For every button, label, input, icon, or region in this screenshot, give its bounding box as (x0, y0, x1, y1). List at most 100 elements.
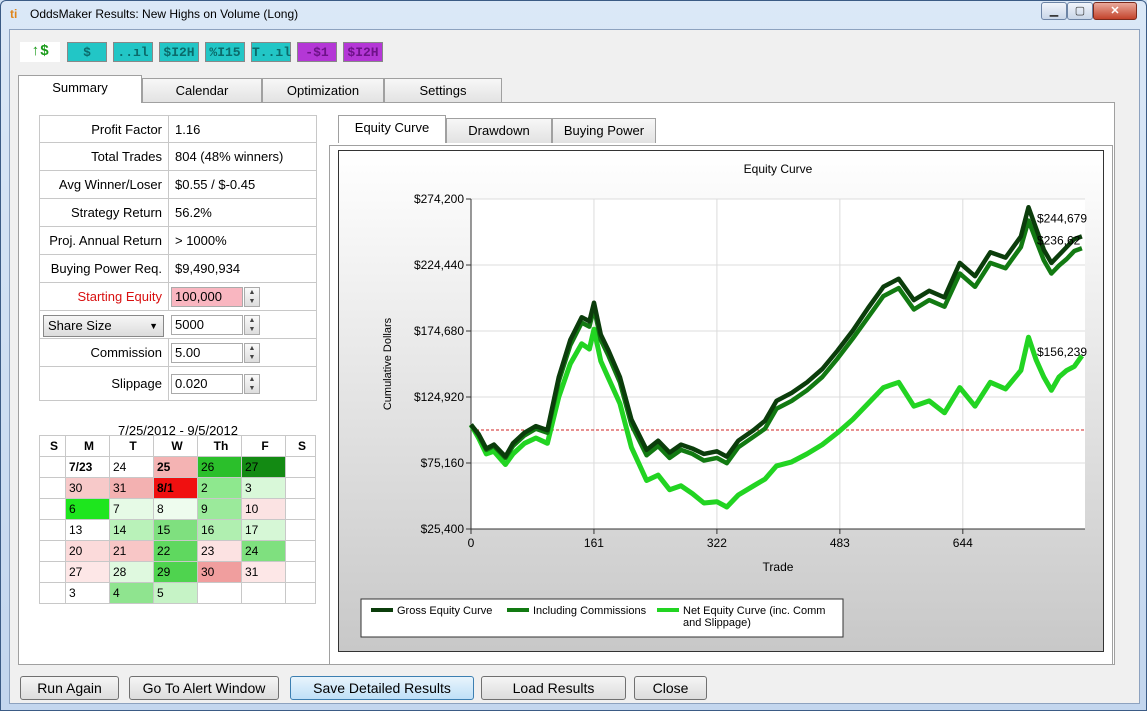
calendar-day[interactable]: 24 (109, 456, 154, 478)
x-tick-label: 644 (953, 536, 973, 550)
calendar-header: W (153, 435, 198, 457)
commission-spinner[interactable]: ▲ ▼ (244, 343, 260, 363)
calendar-day[interactable]: 23 (197, 540, 242, 562)
tab-equity-curve[interactable]: Equity Curve (338, 115, 446, 143)
calendar-empty-cell (39, 456, 66, 478)
calendar-day[interactable]: 7/23 (65, 456, 110, 478)
calendar-day[interactable]: 6 (65, 498, 110, 520)
calendar-day[interactable]: 13 (65, 519, 110, 541)
calendar-day[interactable]: 31 (109, 477, 154, 499)
calendar-day[interactable]: 28 (109, 561, 154, 583)
calendar-empty-cell (39, 498, 66, 520)
run-again-button[interactable]: Run Again (20, 676, 119, 700)
calendar-day[interactable]: 26 (197, 456, 242, 478)
load-results-button[interactable]: Load Results (481, 676, 626, 700)
calendar-day[interactable]: 8 (153, 498, 198, 520)
tab-drawdown[interactable]: Drawdown (446, 118, 552, 143)
close-button[interactable]: Close (634, 676, 707, 700)
tab-calendar[interactable]: Calendar (142, 78, 262, 103)
calendar-day[interactable]: 31 (241, 561, 286, 583)
calendar-day[interactable]: 8/1 (153, 477, 198, 499)
calendar-day[interactable]: 3 (65, 582, 110, 604)
toolbar-minus-dollar-icon[interactable]: -$1 (297, 42, 337, 62)
tab-buying-power[interactable]: Buying Power (552, 118, 656, 143)
calendar-empty-cell (39, 519, 66, 541)
toolbar-percent-15-icon[interactable]: %I15 (205, 42, 245, 62)
title-bar[interactable]: ti OddsMaker Results: New Highs on Volum… (1, 1, 1146, 27)
toolbar-volume-icon[interactable]: ..ıl (113, 42, 153, 62)
calendar-empty-cell (285, 540, 316, 562)
y-tick-label: $124,920 (414, 390, 464, 404)
stat-value: $0.55 / $-0.45 (175, 177, 256, 192)
toolbar-dollar-2h-purple-icon[interactable]: $I2H (343, 42, 383, 62)
chart-title: Equity Curve (744, 162, 813, 176)
calendar-day[interactable]: 25 (153, 456, 198, 478)
x-axis-label: Trade (763, 560, 794, 574)
calendar-day[interactable]: 27 (241, 456, 286, 478)
toolbar-dollar-icon[interactable]: $ (67, 42, 107, 62)
calendar-day[interactable]: 9 (197, 498, 242, 520)
toolbar-trades-icon[interactable]: T..ıl (251, 42, 291, 62)
calendar-empty-cell (39, 477, 66, 499)
slippage-row: Slippage 0.020 ▲ ▼ (39, 367, 317, 401)
starting-equity-input[interactable]: 100,000 (171, 287, 243, 307)
series-end-label: $156,239 (1037, 345, 1087, 359)
y-axis-label: Cumulative Dollars (382, 317, 394, 410)
tab-summary[interactable]: Summary (18, 75, 142, 103)
tab-optimization[interactable]: Optimization (262, 78, 384, 103)
save-detailed-results-button[interactable]: Save Detailed Results (290, 676, 474, 700)
calendar-day[interactable]: 3 (241, 477, 286, 499)
x-tick-label: 322 (707, 536, 727, 550)
window-title: OddsMaker Results: New Highs on Volume (… (30, 7, 299, 21)
calendar-day[interactable]: 30 (65, 477, 110, 499)
toolbar-dollar-2h-icon[interactable]: $I2H (159, 42, 199, 62)
calendar-day[interactable]: 16 (197, 519, 242, 541)
stat-row: Total Trades 804 (48% winners) (39, 143, 317, 171)
calendar-day[interactable]: 22 (153, 540, 198, 562)
slippage-spinner[interactable]: ▲ ▼ (244, 374, 260, 394)
stat-label: Proj. Annual Return (40, 227, 169, 254)
calendar-day[interactable]: 7 (109, 498, 154, 520)
calendar-day[interactable]: 5 (153, 582, 198, 604)
starting-equity-row: Starting Equity 100,000 ▲ ▼ (39, 283, 317, 311)
calendar-day[interactable]: 21 (109, 540, 154, 562)
go-to-alert-window-button[interactable]: Go To Alert Window (129, 676, 279, 700)
share-size-dropdown[interactable]: Share Size ▼ (43, 315, 164, 337)
stat-row: Profit Factor 1.16 (39, 115, 317, 143)
window-close-button[interactable]: ✕ (1093, 2, 1137, 20)
stat-value: $9,490,934 (175, 261, 241, 276)
calendar-day[interactable]: 27 (65, 561, 110, 583)
stat-label: Total Trades (40, 143, 169, 170)
x-tick-label: 161 (584, 536, 604, 550)
stat-label: Buying Power Req. (40, 255, 169, 282)
y-tick-label: $25,400 (421, 522, 465, 536)
share-size-input[interactable]: 5000 (171, 315, 243, 335)
calendar-day[interactable]: 17 (241, 519, 286, 541)
series-end-label: $244,679 (1037, 211, 1087, 225)
starting-equity-spinner[interactable]: ▲ ▼ (244, 287, 260, 307)
stat-value: 56.2% (175, 205, 212, 220)
calendar-day[interactable]: 30 (197, 561, 242, 583)
calendar-week: 7/23 24 25 26 27 (39, 456, 316, 478)
slippage-input[interactable]: 0.020 (171, 374, 243, 394)
toolbar-profit-icon[interactable]: ↑$ (20, 42, 60, 62)
calendar-day[interactable]: 4 (109, 582, 154, 604)
calendar-day[interactable]: 14 (109, 519, 154, 541)
calendar-day[interactable]: 2 (197, 477, 242, 499)
calendar-day[interactable]: 24 (241, 540, 286, 562)
maximize-button[interactable]: ▢ (1067, 2, 1093, 20)
calendar-day[interactable]: 29 (153, 561, 198, 583)
calendar-day[interactable]: 20 (65, 540, 110, 562)
share-size-spinner[interactable]: ▲ ▼ (244, 315, 260, 335)
commission-input[interactable]: 5.00 (171, 343, 243, 363)
calendar-header: M (65, 435, 110, 457)
calendar-day[interactable]: 15 (153, 519, 198, 541)
calendar-day[interactable]: 10 (241, 498, 286, 520)
minimize-button[interactable]: ▁ (1041, 2, 1067, 20)
calendar-empty-cell (285, 477, 316, 499)
tab-settings[interactable]: Settings (384, 78, 502, 103)
calendar-empty-cell (285, 519, 316, 541)
slippage-label: Slippage (40, 367, 169, 400)
calendar-empty-cell (39, 561, 66, 583)
calendar-empty-cell (39, 582, 66, 604)
